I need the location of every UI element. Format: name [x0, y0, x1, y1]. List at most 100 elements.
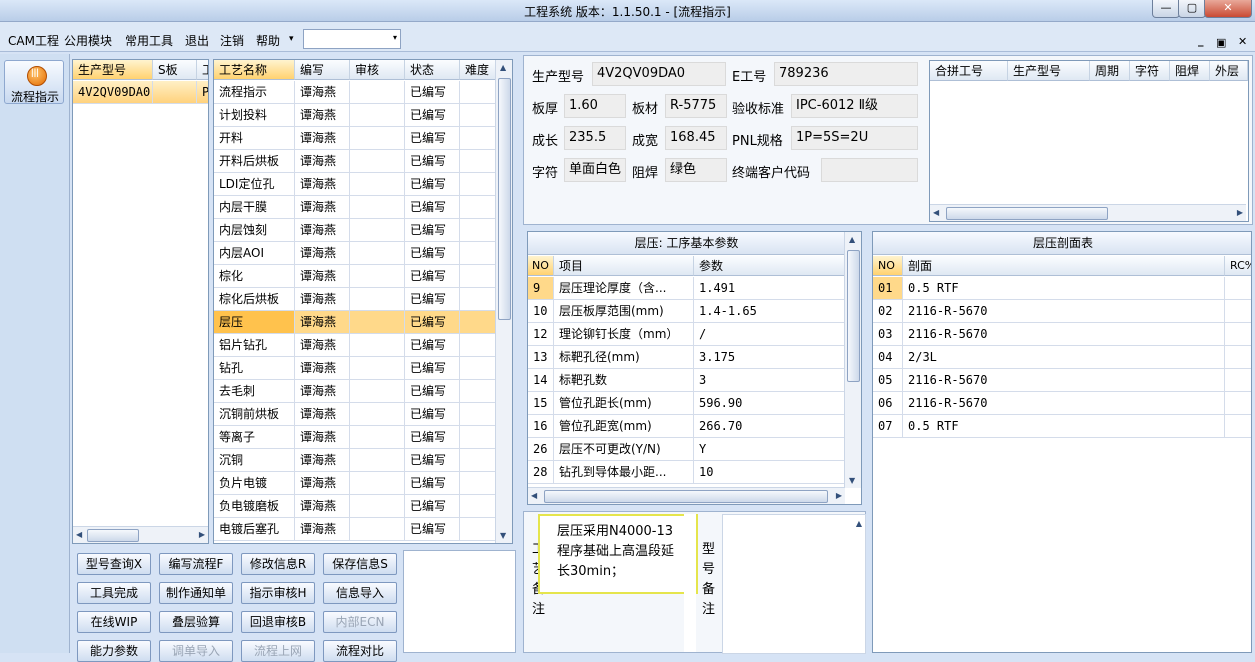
minimize-button[interactable]: —: [1152, 0, 1180, 18]
process-row[interactable]: 棕化后烘板 谭海燕 已编写: [214, 288, 496, 311]
process-row[interactable]: 负片电镀 谭海燕 已编写: [214, 472, 496, 495]
menu-help[interactable]: 帮助: [256, 32, 280, 49]
process-row[interactable]: 铝片钻孔 谭海燕 已编写: [214, 334, 496, 357]
process-row[interactable]: LDI定位孔 谭海燕 已编写: [214, 173, 496, 196]
scroll-up-icon[interactable]: ▲: [856, 519, 862, 528]
capability-button[interactable]: 能力参数: [77, 640, 151, 662]
save-info-button[interactable]: 保存信息S: [323, 553, 397, 575]
menu-combobox[interactable]: ▾: [303, 29, 401, 49]
process-row[interactable]: 内层AOI 谭海燕 已编写: [214, 242, 496, 265]
author-col-header[interactable]: 编写: [295, 60, 350, 80]
flow-compare-button[interactable]: 流程对比: [323, 640, 397, 662]
menu-exit[interactable]: 退出: [185, 32, 209, 49]
process-row[interactable]: 沉铜 谭海燕 已编写: [214, 449, 496, 472]
menu-logout[interactable]: 注销: [220, 32, 244, 49]
process-row[interactable]: 开料 谭海燕 已编写: [214, 127, 496, 150]
s-col-header[interactable]: S板: [153, 60, 197, 80]
process-row[interactable]: 内层干膜 谭海燕 已编写: [214, 196, 496, 219]
menu-tools[interactable]: 常用工具: [125, 32, 173, 49]
mdi-close-icon[interactable]: ✕: [1238, 35, 1247, 48]
scroll-thumb[interactable]: [498, 78, 511, 320]
scroll-left-icon[interactable]: ◀: [76, 530, 82, 539]
process-row[interactable]: 钻孔 谭海燕 已编写: [214, 357, 496, 380]
notice-button[interactable]: 制作通知单: [159, 582, 233, 604]
char-col-header[interactable]: 字符: [1130, 61, 1170, 81]
stackup-row[interactable]: 04 2/3L: [873, 346, 1251, 369]
params-item-header[interactable]: 项目: [554, 256, 694, 276]
close-button[interactable]: ✕: [1204, 0, 1252, 18]
process-grid-vscroll[interactable]: ▲ ▼: [495, 60, 512, 543]
model-col-header[interactable]: 生产型号: [73, 60, 153, 80]
process-row[interactable]: 等离子 谭海燕 已编写: [214, 426, 496, 449]
model-grid-hscroll[interactable]: ◀ ▶: [73, 526, 208, 543]
param-row[interactable]: 14 标靶孔数 3: [528, 369, 845, 392]
edit-flow-button[interactable]: 编写流程F: [159, 553, 233, 575]
merge-model-col-header[interactable]: 生产型号: [1008, 61, 1090, 81]
params-no-header[interactable]: NO: [528, 256, 554, 276]
model-remark-box[interactable]: ▲: [722, 514, 866, 654]
scroll-right-icon[interactable]: ▶: [1237, 208, 1243, 217]
process-row[interactable]: 沉铜前烘板 谭海燕 已编写: [214, 403, 496, 426]
review-button[interactable]: 指示审核H: [241, 582, 315, 604]
merge-col-header[interactable]: 合拼工号: [930, 61, 1008, 81]
scroll-thumb[interactable]: [544, 490, 828, 503]
length-value[interactable]: 235.5: [564, 126, 626, 150]
scroll-left-icon[interactable]: ◀: [933, 208, 939, 217]
process-row[interactable]: 去毛刺 谭海燕 已编写: [214, 380, 496, 403]
scroll-right-icon[interactable]: ▶: [199, 530, 205, 539]
stackup-check-button[interactable]: 叠层验算: [159, 611, 233, 633]
model-value[interactable]: 4V2QV09DA0: [592, 62, 726, 86]
work-col-header[interactable]: 工: [197, 60, 208, 80]
maximize-button[interactable]: ▢: [1178, 0, 1206, 18]
stackup-row[interactable]: 07 0.5 RTF: [873, 415, 1251, 438]
process-row[interactable]: 棕化 谭海燕 已编写: [214, 265, 496, 288]
menu-overflow-arrow-icon[interactable]: ▾: [289, 34, 294, 44]
process-row[interactable]: 负电镀磨板 谭海燕 已编写: [214, 495, 496, 518]
status-col-header[interactable]: 状态: [405, 60, 460, 80]
customer-value[interactable]: [821, 158, 918, 182]
rollback-review-button[interactable]: 回退审核B: [241, 611, 315, 633]
mdi-restore-icon[interactable]: ▣: [1216, 36, 1226, 49]
nav-process-button[interactable]: 流程指示: [4, 60, 64, 104]
scroll-thumb[interactable]: [87, 529, 139, 542]
param-row[interactable]: 9 层压理论厚度（含... 1.491: [528, 277, 845, 300]
stackup-row[interactable]: 02 2116-R-5670: [873, 300, 1251, 323]
difficulty-col-header[interactable]: 难度: [460, 60, 496, 80]
params-value-header[interactable]: 参数: [694, 256, 845, 276]
order-import-button[interactable]: 调单导入: [159, 640, 233, 662]
stackup-row[interactable]: 03 2116-R-5670: [873, 323, 1251, 346]
scroll-right-icon[interactable]: ▶: [836, 491, 842, 500]
modify-info-button[interactable]: 修改信息R: [241, 553, 315, 575]
stackup-profile-header[interactable]: 剖面: [903, 256, 1225, 276]
material-value[interactable]: R-5775: [665, 94, 727, 118]
param-row[interactable]: 26 层压不可更改(Y/N) Y: [528, 438, 845, 461]
scroll-down-icon[interactable]: ▼: [849, 476, 855, 485]
reviewer-col-header[interactable]: 审核: [350, 60, 405, 80]
outer-col-header[interactable]: 外层: [1210, 61, 1248, 81]
stackup-row[interactable]: 05 2116-R-5670: [873, 369, 1251, 392]
scroll-thumb[interactable]: [847, 250, 860, 382]
scroll-down-icon[interactable]: ▼: [500, 531, 506, 540]
scroll-up-icon[interactable]: ▲: [849, 235, 855, 244]
stackup-row[interactable]: 01 0.5 RTF: [873, 277, 1251, 300]
merge-grid-hscroll[interactable]: ◀ ▶: [930, 204, 1246, 221]
mask-value[interactable]: 绿色: [665, 158, 727, 182]
ework-value[interactable]: 789236: [774, 62, 918, 86]
pnl-value[interactable]: 1P=5S=2U: [791, 126, 918, 150]
model-row[interactable]: 4V2QV09DA0 P1: [73, 81, 208, 104]
process-row[interactable]: 计划投料 谭海燕 已编写: [214, 104, 496, 127]
menu-public[interactable]: 公用模块: [64, 32, 112, 49]
params-hscroll[interactable]: ◀ ▶: [528, 487, 845, 504]
menu-cam[interactable]: CAM工程: [8, 32, 59, 49]
standard-value[interactable]: IPC-6012 Ⅱ级: [791, 94, 918, 118]
param-row[interactable]: 10 层压板厚范围(mm) 1.4-1.65: [528, 300, 845, 323]
param-row[interactable]: 13 标靶孔径(mm) 3.175: [528, 346, 845, 369]
stackup-rc-header[interactable]: RC%: [1225, 256, 1251, 276]
flow-upload-button[interactable]: 流程上网: [241, 640, 315, 662]
param-row[interactable]: 28 钻孔到导体最小距... 10: [528, 461, 845, 484]
param-row[interactable]: 15 管位孔距长(mm) 596.90: [528, 392, 845, 415]
process-row[interactable]: 层压 谭海燕 已编写: [214, 311, 496, 334]
params-vscroll[interactable]: ▲ ▼: [844, 232, 861, 488]
model-query-button[interactable]: 型号查询X: [77, 553, 151, 575]
width-value[interactable]: 168.45: [665, 126, 727, 150]
